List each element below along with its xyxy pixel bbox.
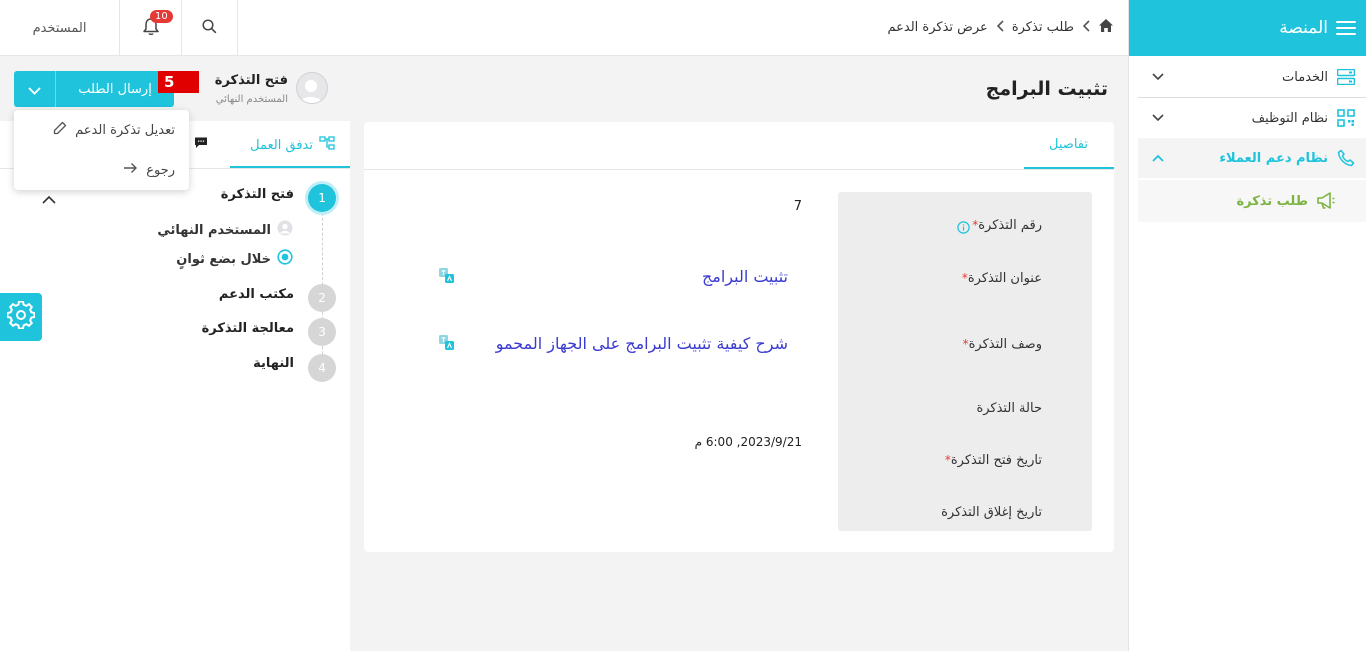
ticket-number-value: 7 bbox=[793, 199, 802, 214]
qr-grid-icon bbox=[1336, 108, 1356, 128]
step-number-badge: 5 bbox=[158, 71, 199, 93]
ticket-title-label: عنوان التذكرة* bbox=[961, 271, 1042, 286]
ticket-description-label: وصف التذكرة* bbox=[962, 337, 1042, 352]
settings-button[interactable] bbox=[0, 293, 42, 341]
menu-icon[interactable] bbox=[1336, 21, 1356, 35]
translate-icon[interactable] bbox=[438, 334, 456, 356]
chevron-up-icon bbox=[1152, 151, 1164, 165]
sidebar-header[interactable]: المنصة bbox=[1129, 0, 1366, 56]
phone-icon bbox=[1336, 148, 1356, 168]
step-2-circle: 2 bbox=[308, 284, 336, 312]
breadcrumb-ticket-request[interactable]: طلب تذكرة bbox=[1012, 20, 1074, 35]
pencil-icon bbox=[53, 121, 67, 139]
step-3-circle: 3 bbox=[308, 318, 336, 346]
info-icon[interactable] bbox=[957, 219, 970, 238]
ticket-close-date-label: تاريخ إغلاق التذكرة bbox=[941, 505, 1042, 520]
send-request-button[interactable]: إرسال الطلب bbox=[14, 71, 174, 107]
step-1-label: فتح التذكرة bbox=[220, 187, 294, 202]
search-button[interactable] bbox=[182, 0, 238, 56]
sidebar-item-label: نظام دعم العملاء bbox=[1219, 150, 1328, 166]
chevron-down-icon bbox=[28, 80, 41, 99]
sidebar-item-label: نظام التوظيف bbox=[1251, 110, 1328, 126]
workflow-panel: تدفق العمل ال 1 فتح التذكرة المستخدم الن… bbox=[0, 121, 350, 651]
step-2-label: مكتب الدعم bbox=[218, 287, 294, 302]
step-3-label: معالجة التذكرة bbox=[201, 321, 294, 336]
menu-item-back[interactable]: رجوع bbox=[14, 150, 189, 190]
step-4-circle: 4 bbox=[308, 354, 336, 382]
send-dropdown-toggle[interactable] bbox=[14, 71, 56, 107]
sidebar-item-label: طلب تذكرة bbox=[1236, 193, 1308, 209]
radio-selected-icon bbox=[277, 249, 293, 269]
send-request-label: إرسال الطلب bbox=[78, 81, 152, 97]
ticket-open-date-label: تاريخ فتح التذكرة* bbox=[944, 453, 1042, 468]
page-title: تثبيت البرامج bbox=[985, 78, 1108, 100]
user-icon bbox=[277, 220, 293, 240]
actions-dropdown-menu: تعديل تذكرة الدعم رجوع bbox=[14, 110, 189, 190]
chat-icon bbox=[194, 136, 208, 153]
chevron-down-icon bbox=[1152, 70, 1164, 84]
breadcrumb-view-ticket: عرض تذكرة الدعم bbox=[887, 20, 988, 35]
top-bar: طلب تذكرة عرض تذكرة الدعم المستخدم 10 bbox=[0, 0, 1128, 56]
menu-item-edit-ticket[interactable]: تعديل تذكرة الدعم bbox=[14, 110, 189, 150]
user-name: فتح التذكرة bbox=[214, 73, 288, 88]
chevron-down-icon bbox=[1152, 111, 1164, 125]
search-icon bbox=[202, 18, 217, 38]
ticket-number-label: رقم التذكرة* bbox=[972, 218, 1042, 233]
sidebar-item-customer-support[interactable]: نظام دعم العملاء bbox=[1138, 138, 1366, 178]
menu-item-label: رجوع bbox=[146, 162, 175, 178]
sidebar-item-ticket-request[interactable]: طلب تذكرة bbox=[1138, 180, 1366, 222]
tab-workflow[interactable]: تدفق العمل bbox=[230, 136, 335, 154]
breadcrumb: طلب تذكرة عرض تذكرة الدعم bbox=[887, 18, 1114, 37]
user-role: المستخدم النهائي bbox=[215, 94, 288, 105]
details-card: تفاصيل رقم التذكرة* 7 عنوان التذكرة* تثب… bbox=[364, 122, 1114, 552]
step-1-circle: 1 bbox=[308, 184, 336, 212]
labels-panel bbox=[838, 192, 1092, 531]
ticket-status-label: حالة التذكرة bbox=[976, 401, 1042, 416]
sidebar: المنصة الخدمات نظام التوظيف نظام دعم الع… bbox=[1128, 0, 1366, 651]
sidebar-item-recruitment[interactable]: نظام التوظيف bbox=[1138, 98, 1366, 138]
avatar bbox=[296, 72, 328, 104]
tab-details[interactable]: تفاصيل bbox=[1049, 137, 1088, 152]
topbar-tools: المستخدم 10 bbox=[0, 0, 238, 56]
chevron-left-icon bbox=[996, 19, 1004, 36]
ticket-open-date-value: 2023/9/21, 6:00 م bbox=[694, 435, 802, 449]
ticket-title-value[interactable]: تثبيت البرامج bbox=[702, 267, 788, 286]
step-4-label: النهاية bbox=[253, 356, 294, 371]
notification-count-badge: 10 bbox=[150, 10, 173, 23]
platform-title: المنصة bbox=[1279, 18, 1328, 38]
notifications-button[interactable]: 10 bbox=[120, 0, 182, 56]
dashboard-icon bbox=[1336, 67, 1356, 87]
user-label: المستخدم bbox=[32, 20, 87, 36]
home-icon[interactable] bbox=[1098, 18, 1114, 37]
gear-icon bbox=[6, 300, 36, 333]
tab-divider bbox=[364, 169, 1114, 170]
megaphone-icon bbox=[1316, 191, 1336, 211]
translate-icon[interactable] bbox=[438, 267, 456, 289]
chevron-up-icon[interactable] bbox=[42, 189, 56, 208]
chevron-left-icon bbox=[1082, 19, 1090, 36]
ticket-description-value[interactable]: شرح كيفية تثبيت البرامج على الجهاز المحم… bbox=[473, 334, 788, 353]
user-menu[interactable]: المستخدم bbox=[0, 0, 120, 56]
workflow-icon bbox=[319, 136, 335, 154]
menu-item-label: تعديل تذكرة الدعم bbox=[75, 122, 175, 138]
sidebar-item-label: الخدمات bbox=[1282, 69, 1328, 85]
substep-user: المستخدم النهائي bbox=[157, 220, 293, 240]
substep-time: خلال بضع ثوانٍ bbox=[176, 249, 293, 269]
arrow-right-icon bbox=[123, 162, 138, 178]
sidebar-item-services[interactable]: الخدمات bbox=[1138, 57, 1366, 97]
